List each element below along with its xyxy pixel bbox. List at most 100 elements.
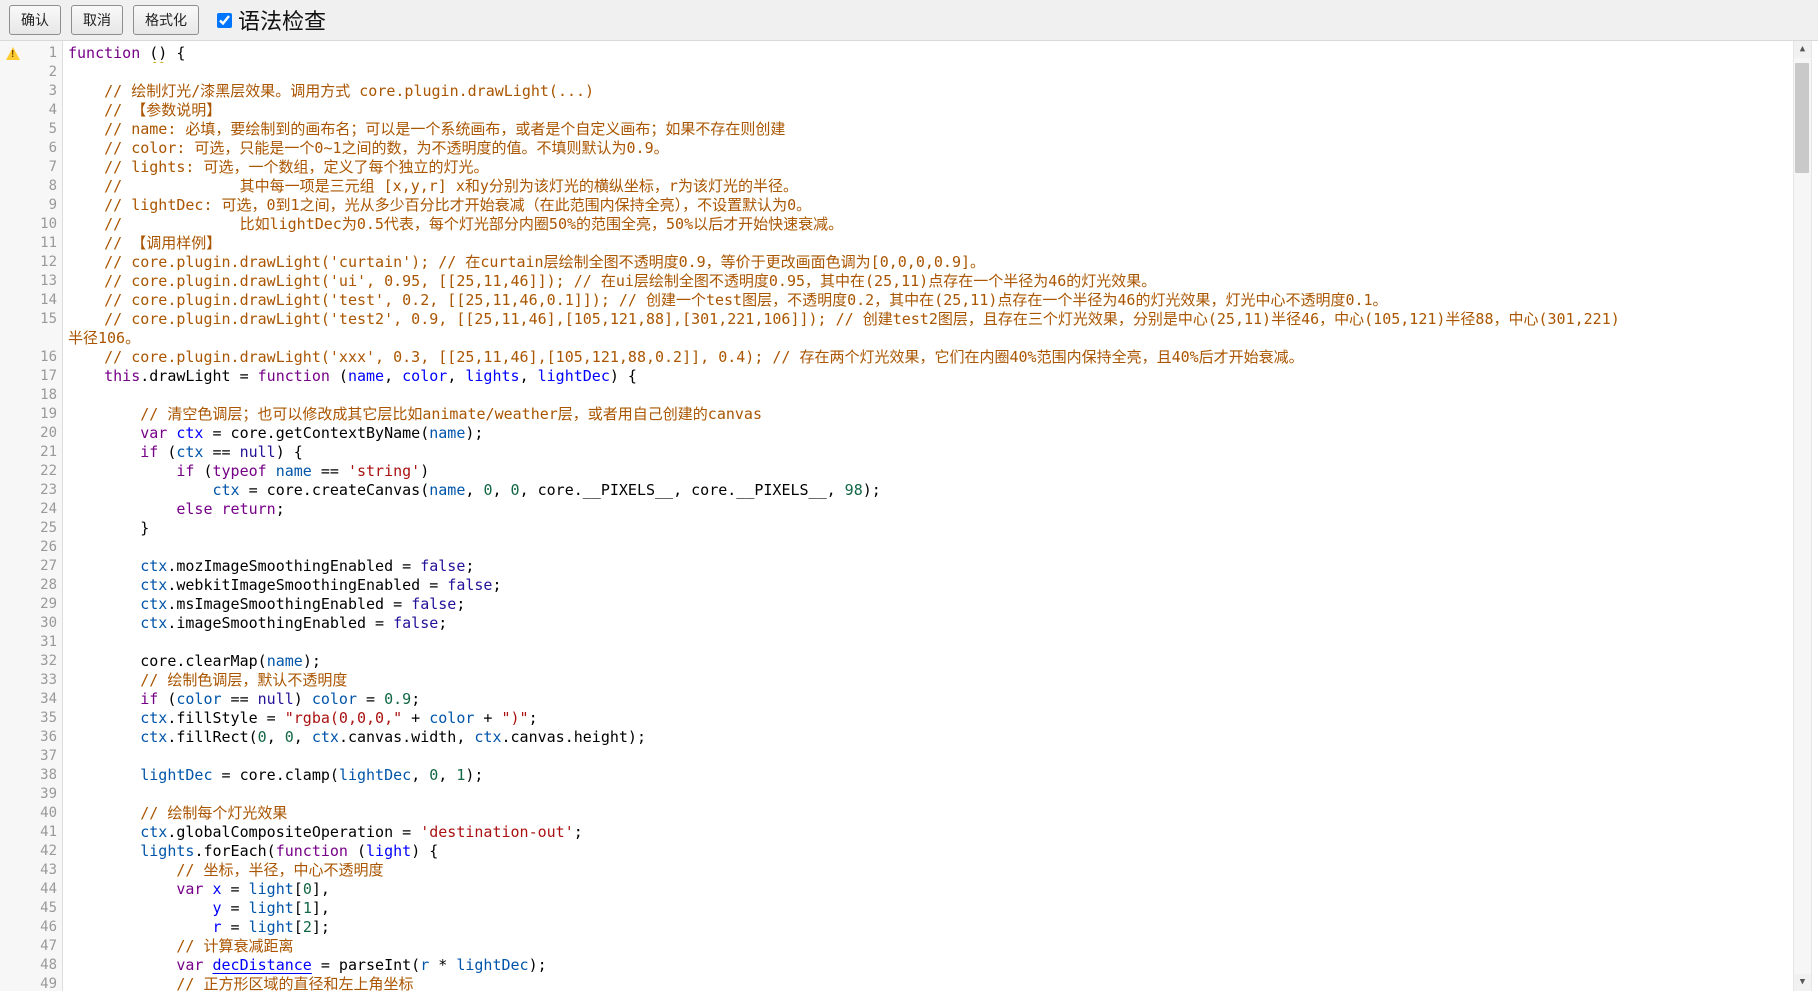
code-line[interactable]: 3 // 绘制灯光/漆黑层效果。调用方式 core.plugin.drawLig… [0,82,1818,101]
code-line[interactable]: 32 core.clearMap(name); [0,652,1818,671]
code-line[interactable]: 11 // 【调用样例】 [0,234,1818,253]
code-line-text[interactable]: // lights: 可选，一个数组，定义了每个独立的灯光。 [63,158,1818,177]
code-line-text[interactable]: y = light[1], [63,899,1818,918]
code-line-text[interactable]: // core.plugin.drawLight('ui', 0.95, [[2… [63,272,1818,291]
code-line-text[interactable]: var ctx = core.getContextByName(name); [63,424,1818,443]
code-line-text[interactable]: ctx.msImageSmoothingEnabled = false; [63,595,1818,614]
code-line-text[interactable]: this.drawLight = function (name, color, … [63,367,1818,386]
code-line-text[interactable]: var decDistance = parseInt(r * lightDec)… [63,956,1818,975]
code-line-text[interactable]: ctx.imageSmoothingEnabled = false; [63,614,1818,633]
code-line-text[interactable]: // 绘制灯光/漆黑层效果。调用方式 core.plugin.drawLight… [63,82,1818,101]
code-line[interactable]: 22 if (typeof name == 'string') [0,462,1818,481]
code-editor[interactable]: 1function () {23 // 绘制灯光/漆黑层效果。调用方式 core… [0,40,1818,991]
code-line-text[interactable]: // core.plugin.drawLight('xxx', 0.3, [[2… [63,348,1818,367]
code-line-text[interactable]: // 绘制每个灯光效果 [63,804,1818,823]
code-line[interactable]: 34 if (color == null) color = 0.9; [0,690,1818,709]
code-line[interactable]: 5 // name: 必填，要绘制到的画布名；可以是一个系统画布，或者是个自定义… [0,120,1818,139]
code-line[interactable]: 18 [0,386,1818,405]
code-line[interactable]: 26 [0,538,1818,557]
code-line-text[interactable]: r = light[2]; [63,918,1818,937]
syntax-check-checkbox[interactable] [217,13,232,28]
code-line-text[interactable]: if (typeof name == 'string') [63,462,1818,481]
code-line[interactable]: 41 ctx.globalCompositeOperation = 'desti… [0,823,1818,842]
code-line[interactable]: 4 // 【参数说明】 [0,101,1818,120]
code-line-text[interactable]: // lightDec: 可选，0到1之间，光从多少百分比才开始衰减（在此范围内… [63,196,1818,215]
code-line[interactable]: 44 var x = light[0], [0,880,1818,899]
code-line[interactable]: 47 // 计算衰减距离 [0,937,1818,956]
code-line-wrap[interactable]: 半径106。 [0,329,1818,348]
code-line[interactable]: 6 // color: 可选，只能是一个0~1之间的数，为不透明度的值。不填则默… [0,139,1818,158]
code-line-text[interactable]: // 其中每一项是三元组 [x,y,r] x和y分别为该灯光的横纵坐标，r为该灯… [63,177,1818,196]
code-line[interactable]: 21 if (ctx == null) { [0,443,1818,462]
code-line-text[interactable]: // 【参数说明】 [63,101,1818,120]
format-button[interactable]: 格式化 [133,5,199,35]
code-line[interactable]: 31 [0,633,1818,652]
code-line[interactable]: 49 // 正方形区域的直径和左上角坐标 [0,975,1818,991]
code-line[interactable]: 43 // 坐标，半径，中心不透明度 [0,861,1818,880]
code-line-text[interactable]: if (color == null) color = 0.9; [63,690,1818,709]
code-line-text[interactable]: // 清空色调层；也可以修改成其它层比如animate/weather层，或者用… [63,405,1818,424]
code-line[interactable]: 14 // core.plugin.drawLight('test', 0.2,… [0,291,1818,310]
code-area[interactable]: 1function () {23 // 绘制灯光/漆黑层效果。调用方式 core… [0,41,1818,991]
code-line[interactable]: 38 lightDec = core.clamp(lightDec, 0, 1)… [0,766,1818,785]
code-line[interactable]: 33 // 绘制色调层，默认不透明度 [0,671,1818,690]
code-line[interactable]: 15 // core.plugin.drawLight('test2', 0.9… [0,310,1818,329]
code-line-text[interactable] [63,386,1818,405]
code-line-text[interactable]: // 坐标，半径，中心不透明度 [63,861,1818,880]
vertical-scrollbar[interactable]: ▲ ▼ [1793,41,1812,991]
code-line[interactable]: 29 ctx.msImageSmoothingEnabled = false; [0,595,1818,614]
code-line-text[interactable]: ctx.fillStyle = "rgba(0,0,0," + color + … [63,709,1818,728]
code-line-text[interactable]: ctx.webkitImageSmoothingEnabled = false; [63,576,1818,595]
code-line[interactable]: 42 lights.forEach(function (light) { [0,842,1818,861]
code-line[interactable]: 27 ctx.mozImageSmoothingEnabled = false; [0,557,1818,576]
code-line[interactable]: 48 var decDistance = parseInt(r * lightD… [0,956,1818,975]
code-line[interactable]: 25 } [0,519,1818,538]
code-line[interactable]: 35 ctx.fillStyle = "rgba(0,0,0," + color… [0,709,1818,728]
scrollbar-thumb[interactable] [1795,63,1809,173]
code-line[interactable]: 16 // core.plugin.drawLight('xxx', 0.3, … [0,348,1818,367]
code-line-text[interactable]: // 计算衰减距离 [63,937,1818,956]
code-line-text[interactable]: ctx.mozImageSmoothingEnabled = false; [63,557,1818,576]
code-line-text[interactable]: if (ctx == null) { [63,443,1818,462]
code-line-text[interactable]: // core.plugin.drawLight('test', 0.2, [[… [63,291,1818,310]
code-line[interactable]: 23 ctx = core.createCanvas(name, 0, 0, c… [0,481,1818,500]
code-line[interactable]: 30 ctx.imageSmoothingEnabled = false; [0,614,1818,633]
code-line-text[interactable]: // core.plugin.drawLight('test2', 0.9, [… [63,310,1818,329]
code-line[interactable]: 8 // 其中每一项是三元组 [x,y,r] x和y分别为该灯光的横纵坐标，r为… [0,177,1818,196]
code-line[interactable]: 37 [0,747,1818,766]
code-line-text[interactable]: var x = light[0], [63,880,1818,899]
code-line[interactable]: 28 ctx.webkitImageSmoothingEnabled = fal… [0,576,1818,595]
code-line-text[interactable] [63,633,1818,652]
code-line-text[interactable]: 半径106。 [63,329,1818,348]
code-line-text[interactable]: function () { [63,44,1818,63]
code-line-text[interactable]: // 【调用样例】 [63,234,1818,253]
code-line[interactable]: 46 r = light[2]; [0,918,1818,937]
code-line-text[interactable]: ctx.globalCompositeOperation = 'destinat… [63,823,1818,842]
code-line-text[interactable] [63,747,1818,766]
code-line-text[interactable]: // name: 必填，要绘制到的画布名；可以是一个系统画布，或者是个自定义画布… [63,120,1818,139]
code-line-text[interactable]: // 绘制色调层，默认不透明度 [63,671,1818,690]
code-line[interactable]: 10 // 比如lightDec为0.5代表，每个灯光部分内圈50%的范围全亮，… [0,215,1818,234]
code-line-text[interactable]: // 正方形区域的直径和左上角坐标 [63,975,1818,991]
code-line-text[interactable]: core.clearMap(name); [63,652,1818,671]
code-line-text[interactable]: // 比如lightDec为0.5代表，每个灯光部分内圈50%的范围全亮，50%… [63,215,1818,234]
code-line[interactable]: 20 var ctx = core.getContextByName(name)… [0,424,1818,443]
code-line[interactable]: 9 // lightDec: 可选，0到1之间，光从多少百分比才开始衰减（在此范… [0,196,1818,215]
scroll-down-button[interactable]: ▼ [1794,974,1811,991]
code-line[interactable]: 2 [0,63,1818,82]
code-line-text[interactable] [63,538,1818,557]
code-line[interactable]: 19 // 清空色调层；也可以修改成其它层比如animate/weather层，… [0,405,1818,424]
code-line[interactable]: 40 // 绘制每个灯光效果 [0,804,1818,823]
code-line[interactable]: 7 // lights: 可选，一个数组，定义了每个独立的灯光。 [0,158,1818,177]
code-line-text[interactable]: lightDec = core.clamp(lightDec, 0, 1); [63,766,1818,785]
code-line-text[interactable] [63,63,1818,82]
code-line-text[interactable]: // color: 可选，只能是一个0~1之间的数，为不透明度的值。不填则默认为… [63,139,1818,158]
code-line[interactable]: 45 y = light[1], [0,899,1818,918]
code-line-text[interactable]: // core.plugin.drawLight('curtain'); // … [63,253,1818,272]
code-line-text[interactable]: ctx.fillRect(0, 0, ctx.canvas.width, ctx… [63,728,1818,747]
code-line[interactable]: 36 ctx.fillRect(0, 0, ctx.canvas.width, … [0,728,1818,747]
code-line-text[interactable]: } [63,519,1818,538]
cancel-button[interactable]: 取消 [71,5,123,35]
code-line-text[interactable]: lights.forEach(function (light) { [63,842,1818,861]
code-line[interactable]: 1function () { [0,44,1818,63]
